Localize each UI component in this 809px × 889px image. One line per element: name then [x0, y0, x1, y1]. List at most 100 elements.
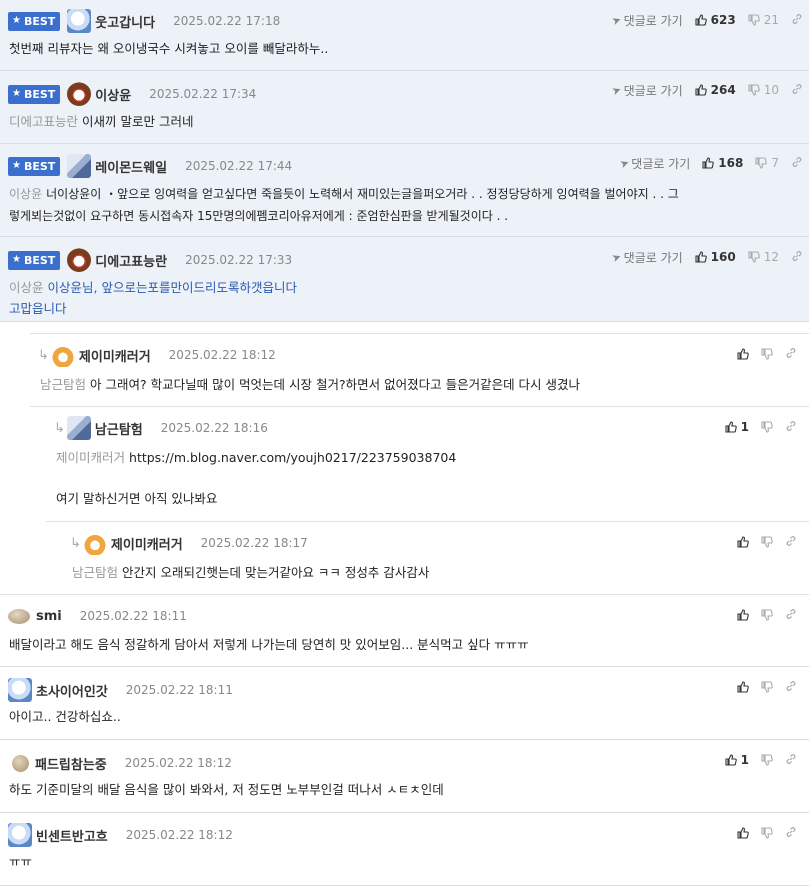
downvote-button[interactable]	[761, 827, 773, 839]
upvote-button[interactable]	[737, 681, 749, 693]
avatar[interactable]	[67, 9, 92, 33]
share-link-button[interactable]	[791, 83, 803, 98]
nickname[interactable]: 웃고갑니다	[95, 12, 155, 31]
upvote-button[interactable]	[737, 536, 749, 548]
avatar[interactable]	[8, 608, 30, 624]
share-link-button[interactable]	[785, 680, 797, 695]
comment-header: 패드립참는중 2025.02.22 18:12	[8, 751, 232, 775]
avatar[interactable]	[12, 754, 29, 772]
goto-comment-label: 댓글로 가기	[623, 250, 683, 265]
downvote-button[interactable]: 10	[748, 83, 779, 97]
comment-header: 빈센트반고흐 2025.02.22 18:12	[8, 823, 233, 847]
nickname[interactable]: 제이미캐러거	[111, 534, 183, 553]
thumbs-up-icon	[725, 754, 737, 766]
downvote-count: 12	[763, 250, 779, 264]
comment-text: 하도 기준미달의 배달 음식을 많이 봐와서, 저 정도면 노부부인걸 떠나서 …	[9, 782, 444, 797]
reply-arrow-icon: ↳	[70, 535, 81, 551]
nickname[interactable]: 빈센트반고흐	[36, 826, 108, 845]
avatar[interactable]	[50, 343, 75, 367]
downvote-count: 21	[763, 13, 779, 27]
upvote-button[interactable]: 160	[695, 250, 736, 264]
nickname[interactable]: 이상윤	[95, 85, 131, 104]
comment-text-line2: 렇게뵈는것없이 요구하면 동시접속자 15만명의에펨코리아유저에게 : 준엄한심…	[9, 209, 509, 223]
upvote-button[interactable]: 264	[695, 83, 736, 97]
comment: 패드립참는중 2025.02.22 18:12 1 하도 기준미달의 배달 음식…	[0, 740, 809, 813]
share-link-button[interactable]	[785, 608, 797, 623]
upvote-button[interactable]: 1	[725, 753, 749, 767]
downvote-button[interactable]	[761, 421, 773, 433]
share-link-button[interactable]	[785, 753, 797, 768]
link-icon	[785, 826, 797, 838]
link-icon	[785, 680, 797, 692]
avatar[interactable]	[67, 82, 92, 106]
downvote-button[interactable]	[761, 754, 773, 766]
comment-date: 2025.02.22 18:12	[168, 348, 276, 362]
downvote-button[interactable]: 7	[755, 156, 779, 170]
share-link-button[interactable]	[785, 347, 797, 362]
mention[interactable]: 이상윤	[9, 280, 44, 295]
mention[interactable]: 이상윤	[9, 187, 42, 201]
mention[interactable]: 남근탐험	[72, 565, 118, 580]
star-icon: ★	[12, 15, 21, 26]
upvote-button[interactable]: 168	[702, 156, 743, 170]
link-icon	[791, 13, 803, 25]
send-arrow-icon: ➤	[610, 249, 624, 265]
avatar[interactable]	[66, 416, 91, 440]
comment-header: ↳ 제이미캐러거 2025.02.22 18:17	[70, 531, 308, 555]
goto-comment-button[interactable]: ➤ 댓글로 가기	[610, 12, 682, 29]
comment-text-line2: 여기 말하신거면 아직 있나봐요	[56, 491, 218, 506]
reply-comment: ↳ 제이미캐러거 2025.02.22 18:17 남근탐험 안간지 오래되긴햇는…	[62, 522, 809, 594]
mention[interactable]: 디에고표능란	[9, 114, 78, 129]
mention[interactable]: 남근탐험	[40, 377, 86, 392]
downvote-button[interactable]	[761, 681, 773, 693]
avatar[interactable]	[8, 823, 32, 847]
comment-link[interactable]: https://m.blog.naver.com/youjh0217/22375…	[129, 450, 456, 465]
goto-comment-button[interactable]: ➤ 댓글로 가기	[610, 249, 683, 266]
comment-text: 이상윤 너이상윤이 ・앞으로 잉여력을 얻고싶다면 죽을듯이 노력해서 재미있는글…	[9, 183, 679, 205]
best-badge: ★ BEST	[8, 250, 61, 270]
star-icon: ★	[12, 88, 21, 99]
upvote-button[interactable]	[737, 348, 749, 360]
comment-date: 2025.02.22 17:34	[149, 87, 257, 101]
downvote-button[interactable]	[761, 348, 773, 360]
downvote-button[interactable]	[761, 536, 773, 548]
comment-header: smi 2025.02.22 18:11	[8, 604, 187, 628]
thumbs-up-icon	[737, 348, 749, 360]
nickname[interactable]: 제이미캐러거	[79, 346, 151, 365]
nickname[interactable]: 레이몬드웨일	[95, 157, 167, 176]
nickname[interactable]: smi	[36, 609, 62, 624]
nickname[interactable]: 남근탐험	[95, 419, 143, 438]
share-link-button[interactable]	[791, 156, 803, 171]
goto-comment-button[interactable]: ➤ 댓글로 가기	[610, 82, 682, 99]
best-comment: ★ BEST 웃고갑니다 2025.02.22 17:18 ➤ 댓글로 가기 623…	[0, 0, 809, 71]
thumbs-up-icon	[737, 609, 749, 621]
share-link-button[interactable]	[785, 826, 797, 841]
upvote-button[interactable]	[737, 827, 749, 839]
link-icon	[791, 156, 803, 168]
share-link-button[interactable]	[791, 13, 803, 28]
share-link-button[interactable]	[785, 420, 797, 435]
downvote-button[interactable]	[761, 609, 773, 621]
avatar[interactable]	[67, 154, 92, 178]
upvote-button[interactable]: 623	[695, 13, 736, 27]
nickname[interactable]: 초사이어인갓	[36, 681, 108, 700]
downvote-button[interactable]: 21	[748, 13, 779, 27]
nickname[interactable]: 패드립참는중	[35, 754, 107, 773]
share-link-button[interactable]	[791, 250, 803, 265]
avatar[interactable]	[82, 531, 107, 555]
reply-comment: ↳ 남근탐험 2025.02.22 18:16 1 제이미캐러거 https://…	[46, 407, 809, 522]
comment-text-line2: 고맙읍니다	[9, 301, 67, 316]
nickname[interactable]: 디에고표능란	[95, 251, 167, 270]
downvote-button[interactable]: 12	[748, 250, 779, 264]
upvote-button[interactable]	[737, 609, 749, 621]
best-badge-label: BEST	[23, 159, 56, 173]
upvote-button[interactable]: 1	[725, 420, 749, 434]
avatar[interactable]	[67, 248, 92, 272]
comment-body: 이새끼 말로만 그러네	[82, 114, 194, 129]
mention[interactable]: 제이미캐러거	[56, 450, 125, 465]
goto-comment-button[interactable]: ➤ 댓글로 가기	[618, 155, 690, 172]
comment-body: 너이상윤이 ・앞으로 잉여력을 얻고싶다면 죽을듯이 노력해서 재미있는글을퍼오…	[46, 187, 679, 201]
avatar[interactable]	[8, 678, 32, 702]
share-link-button[interactable]	[785, 535, 797, 550]
best-badge-label: BEST	[23, 14, 56, 28]
